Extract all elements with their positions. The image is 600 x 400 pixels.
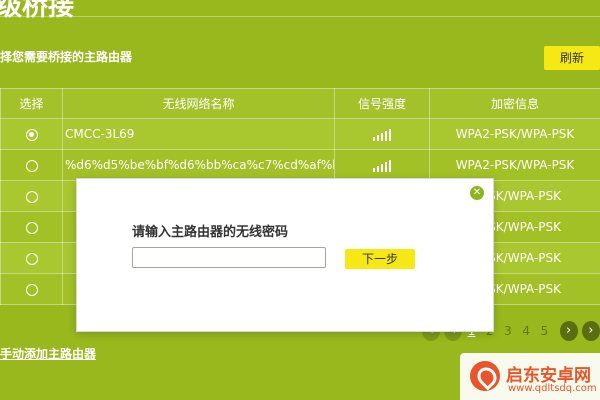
watermark-url: www.qdltsdq.com (508, 383, 597, 394)
watermark: 启东安卓网 www.qdltsdq.com (460, 353, 600, 400)
password-input[interactable] (132, 247, 326, 268)
password-dialog: ✕ 请输入主路由器的无线密码 下一步 (76, 178, 494, 332)
dialog-title: 请输入主路由器的无线密码 (132, 225, 289, 240)
watermark-logo-icon (470, 361, 500, 391)
next-step-button[interactable]: 下一步 (345, 249, 415, 269)
close-icon[interactable]: ✕ (470, 186, 484, 200)
